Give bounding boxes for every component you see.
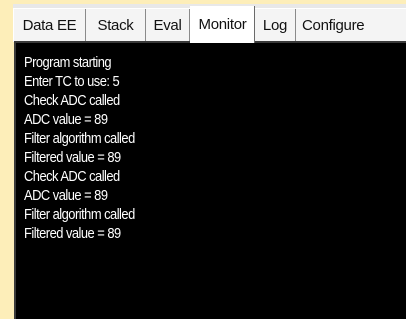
- monitor-window: Data EE Stack Eval Monitor Log Configure…: [0, 0, 406, 319]
- console-line: Check ADC called: [24, 168, 120, 185]
- console-line: ADC value = 89: [24, 111, 108, 128]
- tab-data-ee[interactable]: Data EE: [13, 9, 86, 42]
- console-line: Filter algorithm called: [24, 206, 135, 223]
- console-text-area: Program starting Enter TC to use: 5 Chec…: [24, 53, 153, 243]
- tab-stack[interactable]: Stack: [86, 9, 146, 42]
- tab-log[interactable]: Log: [255, 9, 296, 42]
- console-line: Program starting: [24, 54, 112, 71]
- tab-eval[interactable]: Eval: [146, 9, 190, 42]
- tab-bar: Data EE Stack Eval Monitor Log Configure: [13, 6, 406, 43]
- console-line: Filtered value = 89: [24, 225, 121, 242]
- console-line: Check ADC called: [24, 92, 120, 109]
- console-line: Filtered value = 89: [24, 149, 121, 166]
- console-line: Filter algorithm called: [24, 130, 135, 147]
- console-line: ADC value = 89: [24, 187, 108, 204]
- monitor-output-console[interactable]: Program starting Enter TC to use: 5 Chec…: [14, 41, 406, 319]
- tab-configure[interactable]: Configure: [296, 9, 406, 42]
- tab-monitor[interactable]: Monitor: [190, 6, 255, 43]
- console-line: Enter TC to use: 5: [24, 73, 120, 90]
